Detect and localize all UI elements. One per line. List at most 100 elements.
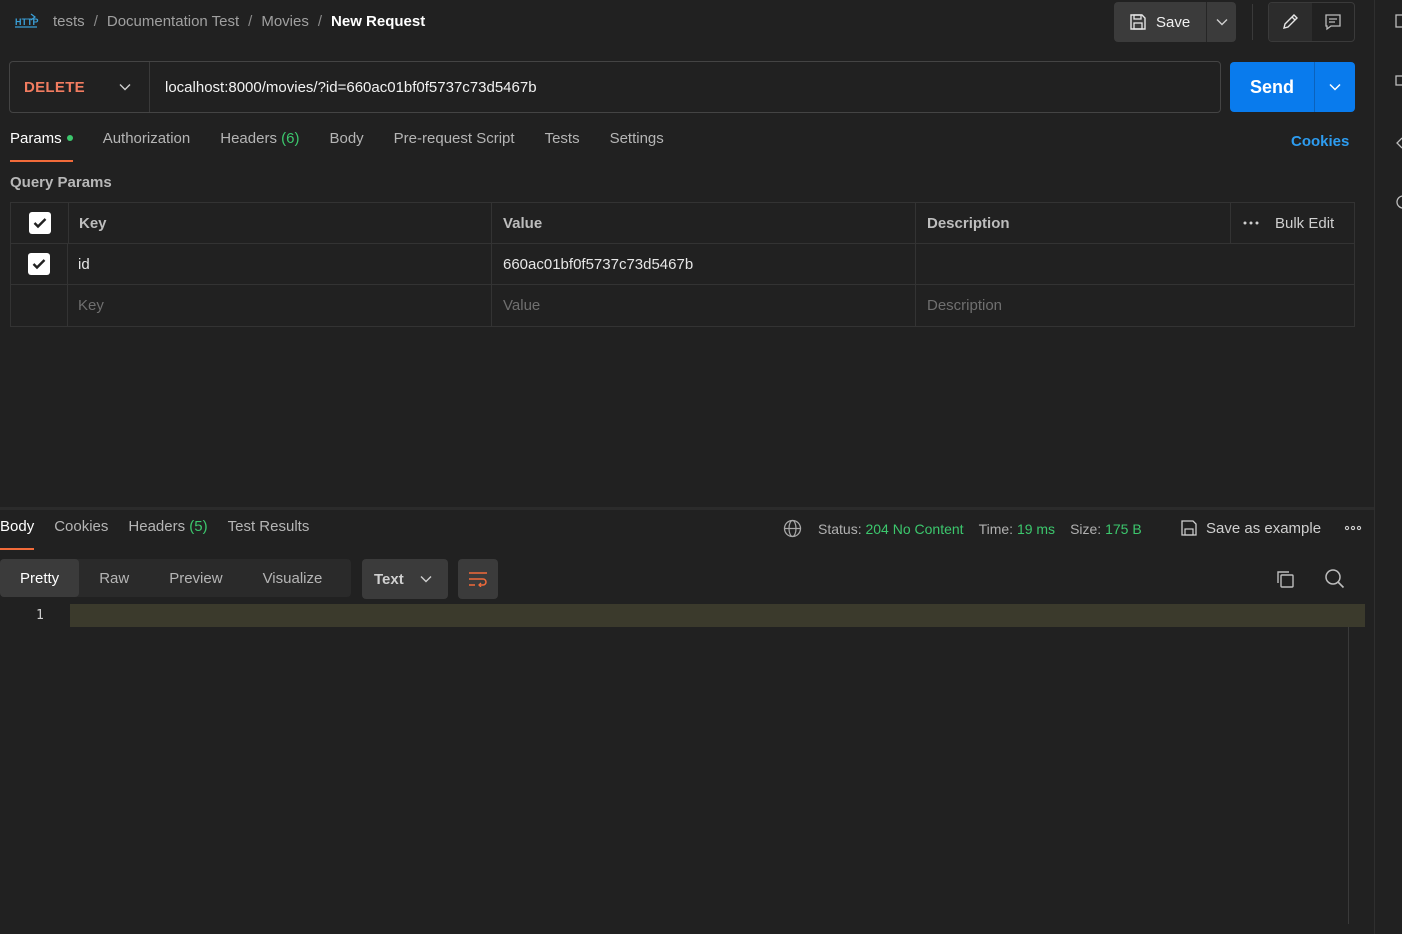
column-header-description: Description [916,203,1231,243]
floppy-disk-icon [1181,520,1197,536]
chevron-down-icon [420,576,432,583]
tab-label: Settings [609,130,664,147]
format-label: Text [374,570,404,588]
cookies-link[interactable]: Cookies [1291,133,1349,150]
tab-params[interactable]: Params [10,130,73,162]
breadcrumb-item-tests[interactable]: tests [53,13,85,30]
tab-body[interactable]: Body [329,130,363,162]
param-key: id [78,255,90,273]
key-placeholder: Key [78,297,104,314]
tab-response-cookies[interactable]: Cookies [54,518,108,550]
bulk-edit-button[interactable]: Bulk Edit [1275,215,1334,232]
edit-button[interactable] [1269,3,1312,41]
floppy-disk-icon [1130,14,1146,30]
more-options-icon[interactable] [1243,221,1259,225]
tab-authorization[interactable]: Authorization [103,130,191,162]
tab-label: Tests [544,130,580,147]
wrap-lines-button[interactable] [458,559,498,599]
comment-icon [1325,14,1341,31]
response-body-editor[interactable]: 1 [0,604,1366,924]
save-button[interactable]: Save [1114,2,1206,42]
table-header-row: Key Value Description Bulk Edit [11,203,1354,244]
toolbar-divider [1252,4,1253,40]
response-view-tabs: Pretty Raw Preview Visualize [0,559,351,597]
size-value[interactable]: 175 B [1105,521,1142,537]
url-bar: DELETE [9,61,1221,113]
http-icon: HTTP [15,13,39,28]
view-tab-pretty[interactable]: Pretty [0,559,80,597]
select-all-checkbox[interactable] [28,212,51,234]
row-checkbox[interactable] [28,253,50,275]
column-header-label: Value [503,214,543,232]
send-button-group: Send [1230,62,1355,112]
status-label: Status: [818,520,862,537]
new-description-input[interactable]: Description [916,285,1354,326]
tab-prerequest-script[interactable]: Pre-request Script [394,130,515,162]
tab-label: Body [0,518,35,535]
checkmark-icon [33,218,46,229]
empty-checkbox-cell [11,285,68,326]
param-value-cell[interactable]: 660ac01bf0f5737c73d5467b [492,244,916,284]
chevron-left-icon[interactable] [1395,136,1402,150]
value-placeholder: Value [503,297,541,314]
new-key-input[interactable]: Key [68,285,492,326]
checkmark-icon [32,259,46,270]
param-key-cell[interactable]: id [68,244,492,284]
view-tab-raw[interactable]: Raw [79,559,149,597]
send-button[interactable]: Send [1230,62,1314,112]
save-as-example-label: Save as example [1206,519,1322,537]
breadcrumb: tests / Documentation Test / Movies / Ne… [53,13,425,30]
editor-scrollbar-track[interactable] [1348,627,1349,924]
time-value[interactable]: 19 ms [1017,521,1055,537]
headers-count: (5) [189,518,208,535]
breadcrumb-item-documentation-test[interactable]: Documentation Test [107,13,239,30]
query-params-table: Key Value Description Bulk Edit id 660ac… [10,202,1355,327]
save-options-button[interactable] [1206,2,1236,42]
chevron-down-icon [1329,83,1341,91]
size-label: Size: [1070,520,1102,537]
toolbar-icon-group [1268,2,1355,42]
tab-tests[interactable]: Tests [545,130,580,162]
chevron-down-icon [1216,19,1227,26]
description-placeholder: Description [927,297,1003,314]
more-options-icon[interactable] [1344,521,1362,535]
copy-icon[interactable] [1275,569,1295,589]
tab-label: Headers [220,130,277,147]
new-value-input[interactable]: Value [492,285,916,326]
tab-settings[interactable]: Settings [610,130,664,162]
tab-label: Cookies [54,518,109,535]
info-icon[interactable] [1395,195,1402,209]
tab-label: Test Results [227,518,310,535]
view-tab-visualize[interactable]: Visualize [243,559,343,597]
tab-headers[interactable]: Headers (6) [220,130,299,162]
tab-response-headers[interactable]: Headers (5) [128,518,207,550]
param-description-cell[interactable] [916,244,1354,284]
status-value[interactable]: 204 No Content [865,521,963,537]
save-label: Save [1156,13,1191,31]
top-bar: HTTP tests / Documentation Test / Movies… [0,0,1374,46]
request-name[interactable]: New Request [331,13,425,30]
response-pane-divider[interactable] [0,507,1374,510]
pencil-icon [1283,14,1299,29]
save-as-example-button[interactable]: Save as example [1180,519,1321,537]
search-icon[interactable] [1324,568,1345,589]
tab-test-results[interactable]: Test Results [228,518,310,550]
breadcrumb-item-movies[interactable]: Movies [261,13,309,30]
method-select[interactable]: DELETE [10,62,150,112]
headers-count: (6) [281,130,300,147]
column-header-label: Key [79,214,107,232]
tab-response-body[interactable]: Body [0,518,35,550]
select-all-cell [11,203,68,243]
table-row-empty: Key Value Description [11,285,1354,326]
time-label: Time: [978,520,1014,537]
column-header-label: Description [927,214,1010,232]
format-select[interactable]: Text [362,559,448,599]
comments-button[interactable] [1312,3,1355,41]
send-options-button[interactable] [1314,62,1355,112]
globe-icon[interactable] [783,519,802,538]
documentation-icon[interactable] [1395,14,1402,28]
save-button-group: Save [1114,2,1236,42]
view-tab-preview[interactable]: Preview [149,559,242,597]
comment-panel-icon[interactable] [1395,74,1402,88]
url-input[interactable] [150,62,1220,112]
